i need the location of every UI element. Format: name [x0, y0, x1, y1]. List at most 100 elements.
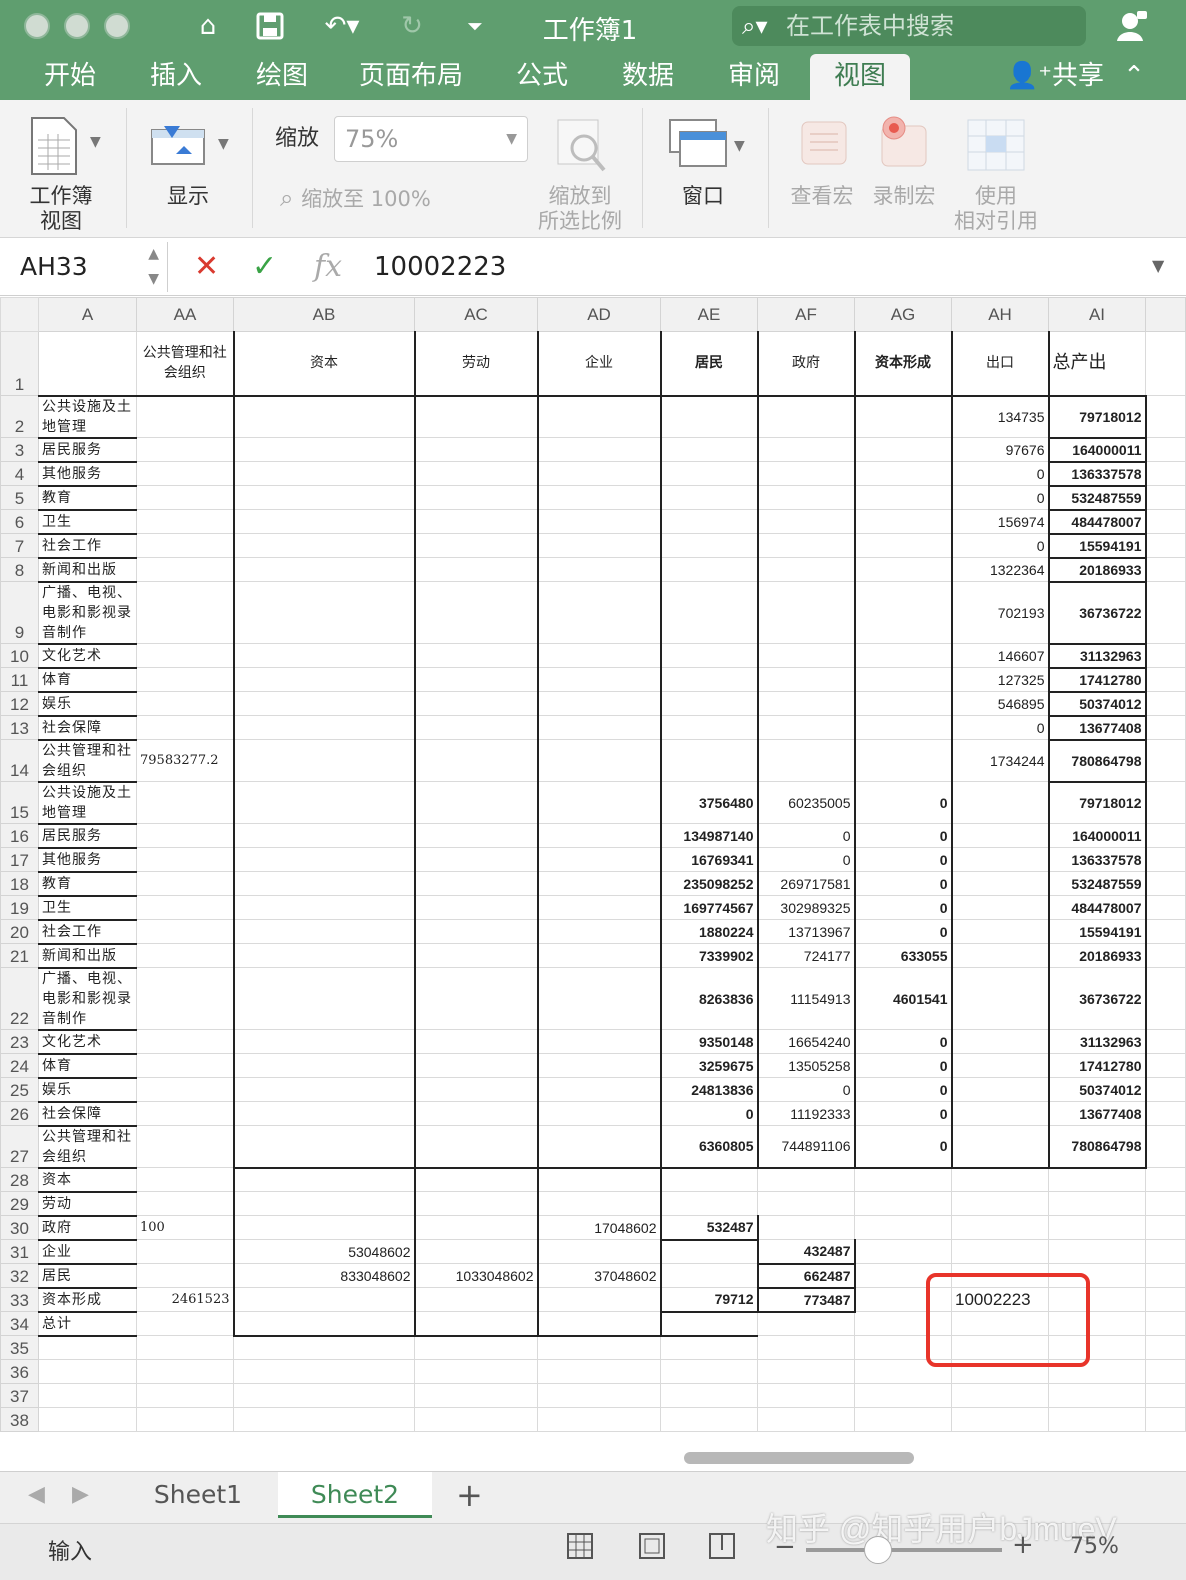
row-header[interactable]: 5 — [0, 485, 39, 510]
cell-ad6[interactable] — [536, 509, 661, 534]
cell-ag23[interactable]: 0 — [853, 1029, 952, 1054]
zoom-slider-thumb[interactable] — [864, 1536, 892, 1564]
cell-ae27[interactable]: 6360805 — [659, 1125, 758, 1169]
column-header-ag[interactable]: AG — [854, 297, 952, 332]
column-header-aj[interactable] — [1145, 297, 1186, 332]
cell-aa24[interactable] — [136, 1053, 234, 1078]
cell[interactable] — [1145, 871, 1186, 896]
cell-a11[interactable]: 体育 — [38, 667, 137, 693]
next-sheet-icon[interactable]: ▶ — [72, 1482, 89, 1507]
collapse-ribbon-icon[interactable]: ⌃ — [1116, 54, 1152, 100]
cell-ac21[interactable] — [413, 943, 538, 968]
cell-aa18[interactable] — [136, 871, 234, 896]
row-header[interactable]: 12 — [0, 691, 39, 716]
row-header[interactable]: 38 — [0, 1407, 39, 1432]
cell-ab29[interactable] — [232, 1191, 415, 1216]
cell-a37[interactable] — [38, 1383, 137, 1408]
cell-a31[interactable]: 企业 — [38, 1239, 137, 1265]
cell-af18[interactable]: 269717581 — [756, 871, 855, 896]
cell-ag27[interactable]: 0 — [853, 1125, 952, 1169]
cell-ab5[interactable] — [232, 485, 415, 510]
cell-ae12[interactable] — [659, 691, 758, 716]
cell-aa6[interactable] — [136, 509, 234, 534]
row-header[interactable]: 14 — [0, 739, 39, 782]
cell-ae36[interactable] — [660, 1359, 758, 1384]
cell-aa17[interactable] — [136, 847, 234, 872]
cell[interactable] — [1145, 1287, 1186, 1312]
insert-function-icon[interactable]: fx — [314, 244, 342, 290]
cell[interactable] — [1145, 1335, 1186, 1360]
cell-ai15[interactable]: 79718012 — [1047, 781, 1147, 824]
cell-ac27[interactable] — [413, 1125, 538, 1169]
cell-ad33[interactable] — [536, 1287, 661, 1312]
cell-aa8[interactable] — [136, 557, 234, 582]
cell-ab38[interactable] — [233, 1407, 415, 1432]
cell-ad17[interactable] — [536, 847, 661, 872]
row-header[interactable]: 20 — [0, 919, 39, 944]
cell-ac5[interactable] — [413, 485, 538, 510]
user-profile-icon[interactable] — [1112, 8, 1152, 44]
cell-ac38[interactable] — [414, 1407, 538, 1432]
cell-ai31[interactable] — [1048, 1239, 1146, 1264]
cell-ad37[interactable] — [537, 1383, 661, 1408]
add-sheet-icon[interactable]: + — [456, 1476, 483, 1514]
cell-ad23[interactable] — [536, 1029, 661, 1054]
cell-af19[interactable]: 302989325 — [756, 895, 855, 920]
minimize-window-button[interactable] — [64, 13, 90, 39]
cell-ai23[interactable]: 31132963 — [1047, 1029, 1147, 1054]
cell-ac9[interactable] — [413, 581, 538, 644]
header-cell-ae[interactable]: 居民 — [659, 331, 758, 397]
cell-ac30[interactable] — [413, 1215, 538, 1240]
row-header[interactable]: 16 — [0, 823, 39, 848]
cell-ag7[interactable] — [853, 533, 952, 558]
cell-ab26[interactable] — [232, 1101, 415, 1126]
name-box[interactable]: AH33 ▲ ▼ — [0, 242, 168, 292]
cell-aa15[interactable] — [136, 781, 234, 824]
cell-ah16[interactable] — [950, 823, 1049, 848]
cell-ad38[interactable] — [537, 1407, 661, 1432]
cell-ad7[interactable] — [536, 533, 661, 558]
cell-ai29[interactable] — [1048, 1191, 1146, 1216]
cell-ac12[interactable] — [413, 691, 538, 716]
header-cell-ac[interactable]: 劳动 — [413, 331, 538, 397]
cell-ae32[interactable] — [659, 1263, 758, 1288]
cell-ac37[interactable] — [414, 1383, 538, 1408]
maximize-window-button[interactable] — [104, 13, 130, 39]
cell-ah27[interactable] — [950, 1125, 1049, 1169]
cell-aa31[interactable] — [136, 1239, 234, 1264]
row-header[interactable]: 29 — [0, 1191, 39, 1216]
show-button[interactable]: 显示 — [150, 184, 226, 209]
row-header[interactable]: 34 — [0, 1311, 39, 1336]
cell[interactable] — [1145, 1383, 1186, 1408]
cell-ac13[interactable] — [413, 715, 538, 740]
cell-ah22[interactable] — [950, 967, 1049, 1030]
cell-ai38[interactable] — [1048, 1407, 1146, 1432]
row-header[interactable]: 22 — [0, 967, 39, 1030]
cell-ai27[interactable]: 780864798 — [1047, 1125, 1147, 1169]
cell[interactable] — [1145, 823, 1186, 848]
cell-a22[interactable]: 广播、电视、电影和影视录音制作 — [38, 967, 137, 1031]
cell-a28[interactable]: 资本 — [38, 1167, 137, 1193]
formula-input[interactable]: 10002223 — [374, 244, 506, 290]
cell-ae7[interactable] — [659, 533, 758, 558]
workbook-view-button[interactable]: 工作簿 视图 — [20, 184, 102, 234]
cell-a9[interactable]: 广播、电视、电影和影视录音制作 — [38, 581, 137, 645]
cell-ah30[interactable] — [951, 1215, 1049, 1240]
cell-ac19[interactable] — [413, 895, 538, 920]
cell-ag8[interactable] — [853, 557, 952, 582]
cell-ab37[interactable] — [233, 1383, 415, 1408]
cell-ae29[interactable] — [659, 1191, 758, 1216]
cell-ae18[interactable]: 235098252 — [659, 871, 758, 896]
cell-af35[interactable] — [757, 1335, 855, 1360]
column-header-ah[interactable]: AH — [951, 297, 1049, 332]
cell-ad13[interactable] — [536, 715, 661, 740]
stepper-icon[interactable]: ▲ ▼ — [148, 242, 159, 292]
cell[interactable] — [1145, 1215, 1186, 1240]
zoom-percentage[interactable]: 75% — [1070, 1534, 1119, 1559]
row-header[interactable]: 6 — [0, 509, 39, 534]
cell-ah19[interactable] — [950, 895, 1049, 920]
cell-af13[interactable] — [756, 715, 855, 740]
cell-af11[interactable] — [756, 667, 855, 692]
cell-af27[interactable]: 744891106 — [756, 1125, 855, 1169]
cell-ab32[interactable]: 833048602 — [232, 1263, 415, 1288]
